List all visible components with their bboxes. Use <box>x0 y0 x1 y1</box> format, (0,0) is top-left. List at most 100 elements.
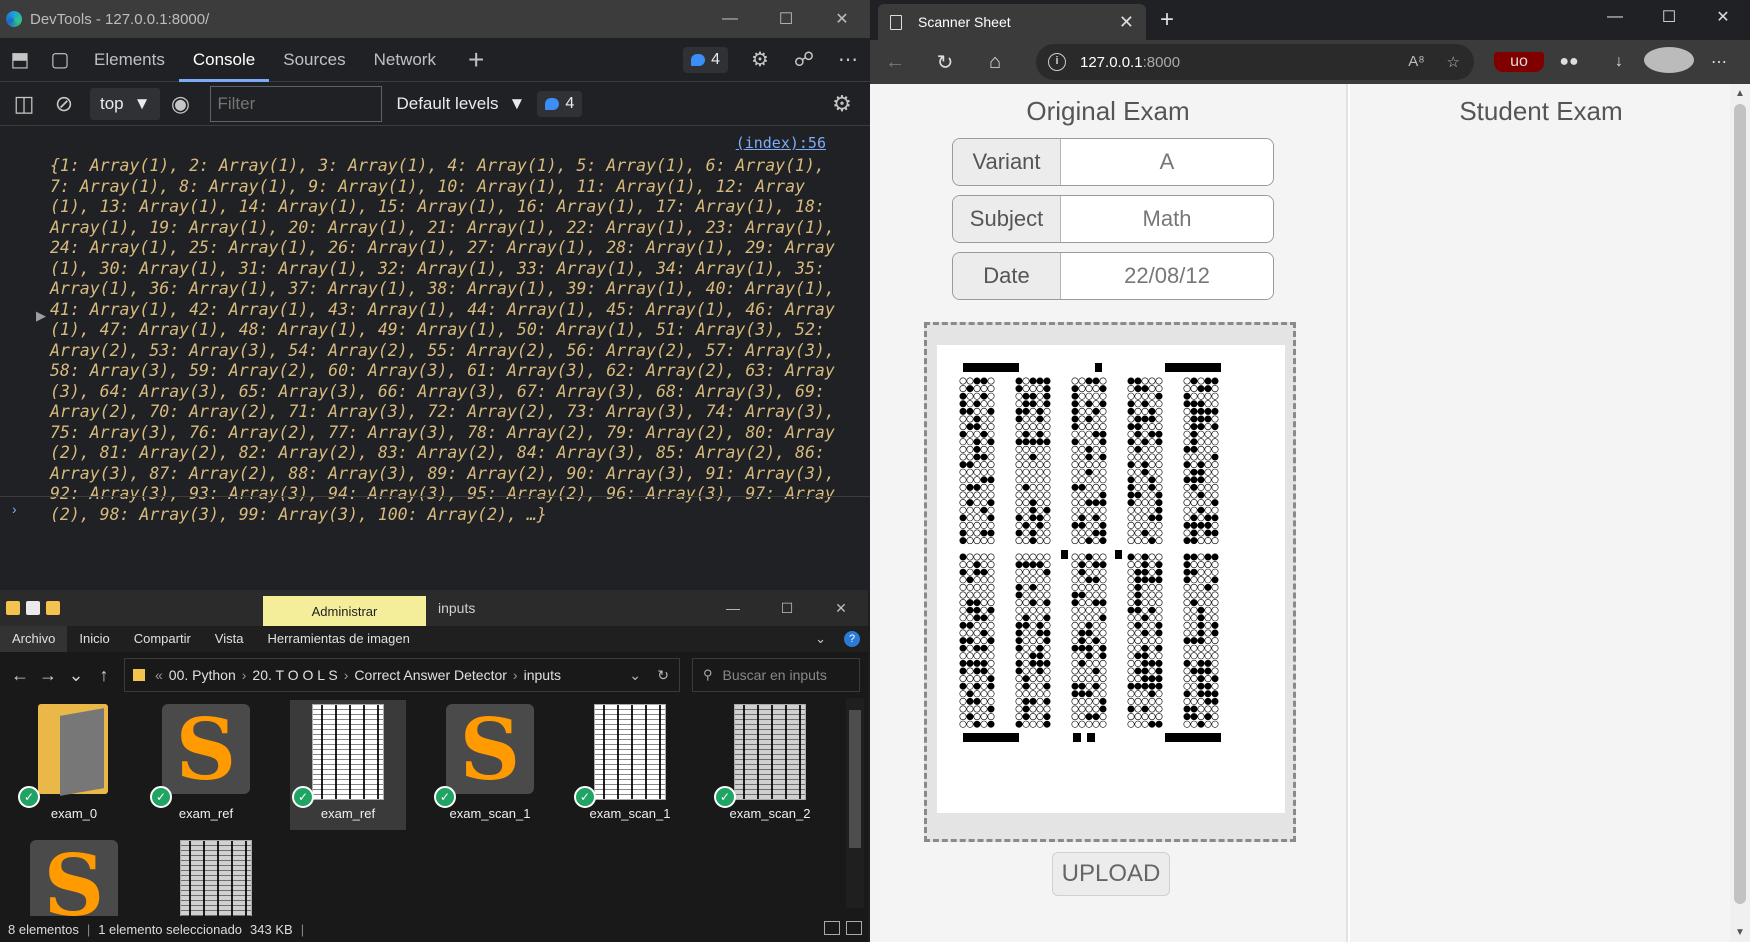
browser-menu-icon[interactable]: ⋯ <box>1694 52 1744 72</box>
quick-access-toolbar <box>0 601 60 615</box>
variant-input[interactable]: A <box>1061 139 1273 185</box>
clear-console-icon[interactable]: ⊘ <box>44 84 84 124</box>
issues-badge[interactable]: 4 <box>683 46 728 73</box>
console-log-object[interactable]: {1: Array(1), 2: Array(1), 3: Array(1), … <box>50 156 840 525</box>
breadcrumb-inputs[interactable]: inputs <box>524 667 561 683</box>
home-icon[interactable]: ⌂ <box>970 51 1020 74</box>
context-select[interactable]: top ▼ <box>90 87 161 120</box>
close-button[interactable]: ✕ <box>814 0 870 38</box>
more-options-icon[interactable]: ⋯ <box>826 38 870 82</box>
close-button[interactable]: ✕ <box>1696 0 1750 34</box>
ribbon-tab-inicio[interactable]: Inicio <box>67 626 121 652</box>
maximize-button[interactable]: ☐ <box>760 590 814 626</box>
image-thumbnail <box>734 704 806 800</box>
messages-badge[interactable]: 4 <box>537 90 583 117</box>
ribbon-tab-vista[interactable]: Vista <box>203 626 256 652</box>
back-arrow-icon[interactable]: ← <box>6 665 34 686</box>
browser-tab[interactable]: Scanner Sheet ✕ <box>878 4 1146 40</box>
extension-glasses-icon[interactable]: ●● <box>1544 53 1594 71</box>
page-scrollbar[interactable]: ▲ ▼ <box>1730 84 1750 942</box>
scroll-thumb[interactable] <box>1734 104 1746 904</box>
message-icon <box>691 53 706 66</box>
address-dropdown-icon[interactable]: ⌄ <box>629 667 641 684</box>
recent-dropdown-icon[interactable]: ⌄ <box>62 665 90 686</box>
more-tabs-plus-icon[interactable]: + <box>468 44 484 76</box>
folder-icon[interactable] <box>6 601 20 615</box>
customize-icon[interactable]: ☍ <box>782 38 826 82</box>
subject-input[interactable]: Math <box>1061 196 1273 242</box>
item-count: 8 elementos <box>8 921 79 937</box>
file-item[interactable]: S ✓ exam_scan_1 <box>432 700 548 830</box>
explorer-scrollbar[interactable] <box>846 698 864 908</box>
device-toolbar-icon[interactable]: ▢ <box>40 38 80 82</box>
add-favorite-star-icon[interactable]: ☆ <box>1447 53 1460 71</box>
explorer-search-input[interactable]: ⚲ Buscar en inputs <box>692 658 860 692</box>
refresh-icon[interactable]: ↻ <box>657 667 669 684</box>
scroll-up-icon[interactable]: ▲ <box>1730 88 1750 99</box>
console-toolbar: ◫ ⊘ top ▼ ◉ Default levels ▼ 4 ⚙ <box>0 82 870 126</box>
close-tab-icon[interactable]: ✕ <box>1119 12 1134 33</box>
console-prompt[interactable]: › <box>0 496 870 526</box>
new-folder-icon[interactable] <box>46 601 60 615</box>
properties-icon[interactable] <box>26 601 40 615</box>
breadcrumb-detector[interactable]: Correct Answer Detector <box>354 667 507 683</box>
file-item[interactable]: S ✓ exam_ref <box>148 700 264 830</box>
console-filter-input[interactable] <box>210 85 383 122</box>
window-title: DevTools - 127.0.0.1:8000/ <box>30 10 210 28</box>
file-item-selected[interactable]: ✓ exam_ref <box>290 700 406 830</box>
reload-icon[interactable]: ↻ <box>920 50 970 75</box>
search-placeholder: Buscar en inputs <box>722 667 827 683</box>
sidebar-toggle-icon[interactable]: ◫ <box>4 84 44 124</box>
download-icon[interactable]: ↓ <box>1594 53 1644 71</box>
file-item[interactable]: ✓ exam_0 <box>16 700 132 830</box>
large-icons-view-icon[interactable] <box>846 921 862 935</box>
chevron-down-icon: ▼ <box>133 93 151 113</box>
upload-button[interactable]: UPLOAD <box>1052 852 1170 896</box>
ublock-origin-icon[interactable]: uo <box>1494 52 1544 72</box>
live-expression-eye-icon[interactable]: ◉ <box>160 84 200 124</box>
scroll-thumb[interactable] <box>849 710 861 848</box>
inspect-element-icon[interactable]: ⬒ <box>0 38 40 82</box>
breadcrumb-tools[interactable]: 20. T O O L S <box>252 667 337 683</box>
close-button[interactable]: ✕ <box>814 590 868 626</box>
date-input[interactable]: 22/08/12 <box>1061 253 1273 299</box>
minimize-button[interactable]: — <box>1588 0 1642 34</box>
image-dropzone[interactable] <box>924 322 1296 842</box>
new-tab-plus-icon[interactable]: + <box>1160 6 1174 34</box>
file-name: exam_scan_2 <box>729 806 811 821</box>
site-info-icon[interactable]: i <box>1048 53 1066 71</box>
breadcrumb-python[interactable]: 00. Python <box>169 667 236 683</box>
details-view-icon[interactable] <box>824 921 840 935</box>
explorer-status-bar: 8 elementos | 1 elemento seleccionado 34… <box>0 916 868 942</box>
read-aloud-icon[interactable]: A⁸ <box>1408 53 1424 71</box>
tab-console[interactable]: Console <box>178 38 270 82</box>
ribbon-tab-herramientas[interactable]: Herramientas de imagen <box>255 626 421 652</box>
tab-sources[interactable]: Sources <box>269 38 359 82</box>
file-item[interactable]: ✓ exam_scan_2 <box>712 700 828 830</box>
scroll-down-icon[interactable]: ▼ <box>1730 927 1750 938</box>
up-arrow-icon[interactable]: ↑ <box>90 665 118 686</box>
address-box[interactable]: « 00. Python › 20. T O O L S › Correct A… <box>124 658 680 692</box>
address-bar[interactable]: i 127.0.0.1 :8000 A⁸ ☆ <box>1036 44 1474 80</box>
tab-network[interactable]: Network <box>360 38 450 82</box>
ribbon-tab-compartir[interactable]: Compartir <box>122 626 203 652</box>
file-grid: ✓ exam_0 S ✓ exam_ref ✓ exam_ref S ✓ exa… <box>0 698 850 936</box>
expand-ribbon-icon[interactable]: ⌄ <box>803 626 838 652</box>
minimize-button[interactable]: — <box>702 0 758 38</box>
settings-gear-icon[interactable]: ⚙ <box>738 38 782 82</box>
maximize-button[interactable]: ☐ <box>758 0 814 38</box>
log-levels-select[interactable]: Default levels ▼ <box>396 94 525 114</box>
tab-elements[interactable]: Elements <box>80 38 179 82</box>
file-item[interactable]: ✓ exam_scan_1 <box>572 700 688 830</box>
profile-avatar[interactable] <box>1644 46 1694 78</box>
forward-arrow-icon[interactable]: → <box>34 665 62 686</box>
maximize-button[interactable]: ☐ <box>1642 0 1696 34</box>
help-icon[interactable]: ? <box>844 631 860 647</box>
console-settings-gear-icon[interactable]: ⚙ <box>822 84 862 124</box>
back-arrow-icon[interactable]: ← <box>870 51 920 74</box>
source-link[interactable]: (index):56 <box>736 134 826 152</box>
ribbon-tab-archivo[interactable]: Archivo <box>0 626 68 652</box>
expand-arrow-icon[interactable]: ▶ <box>36 308 46 324</box>
tab-administrar[interactable]: Administrar <box>263 596 426 626</box>
minimize-button[interactable]: — <box>706 590 760 626</box>
